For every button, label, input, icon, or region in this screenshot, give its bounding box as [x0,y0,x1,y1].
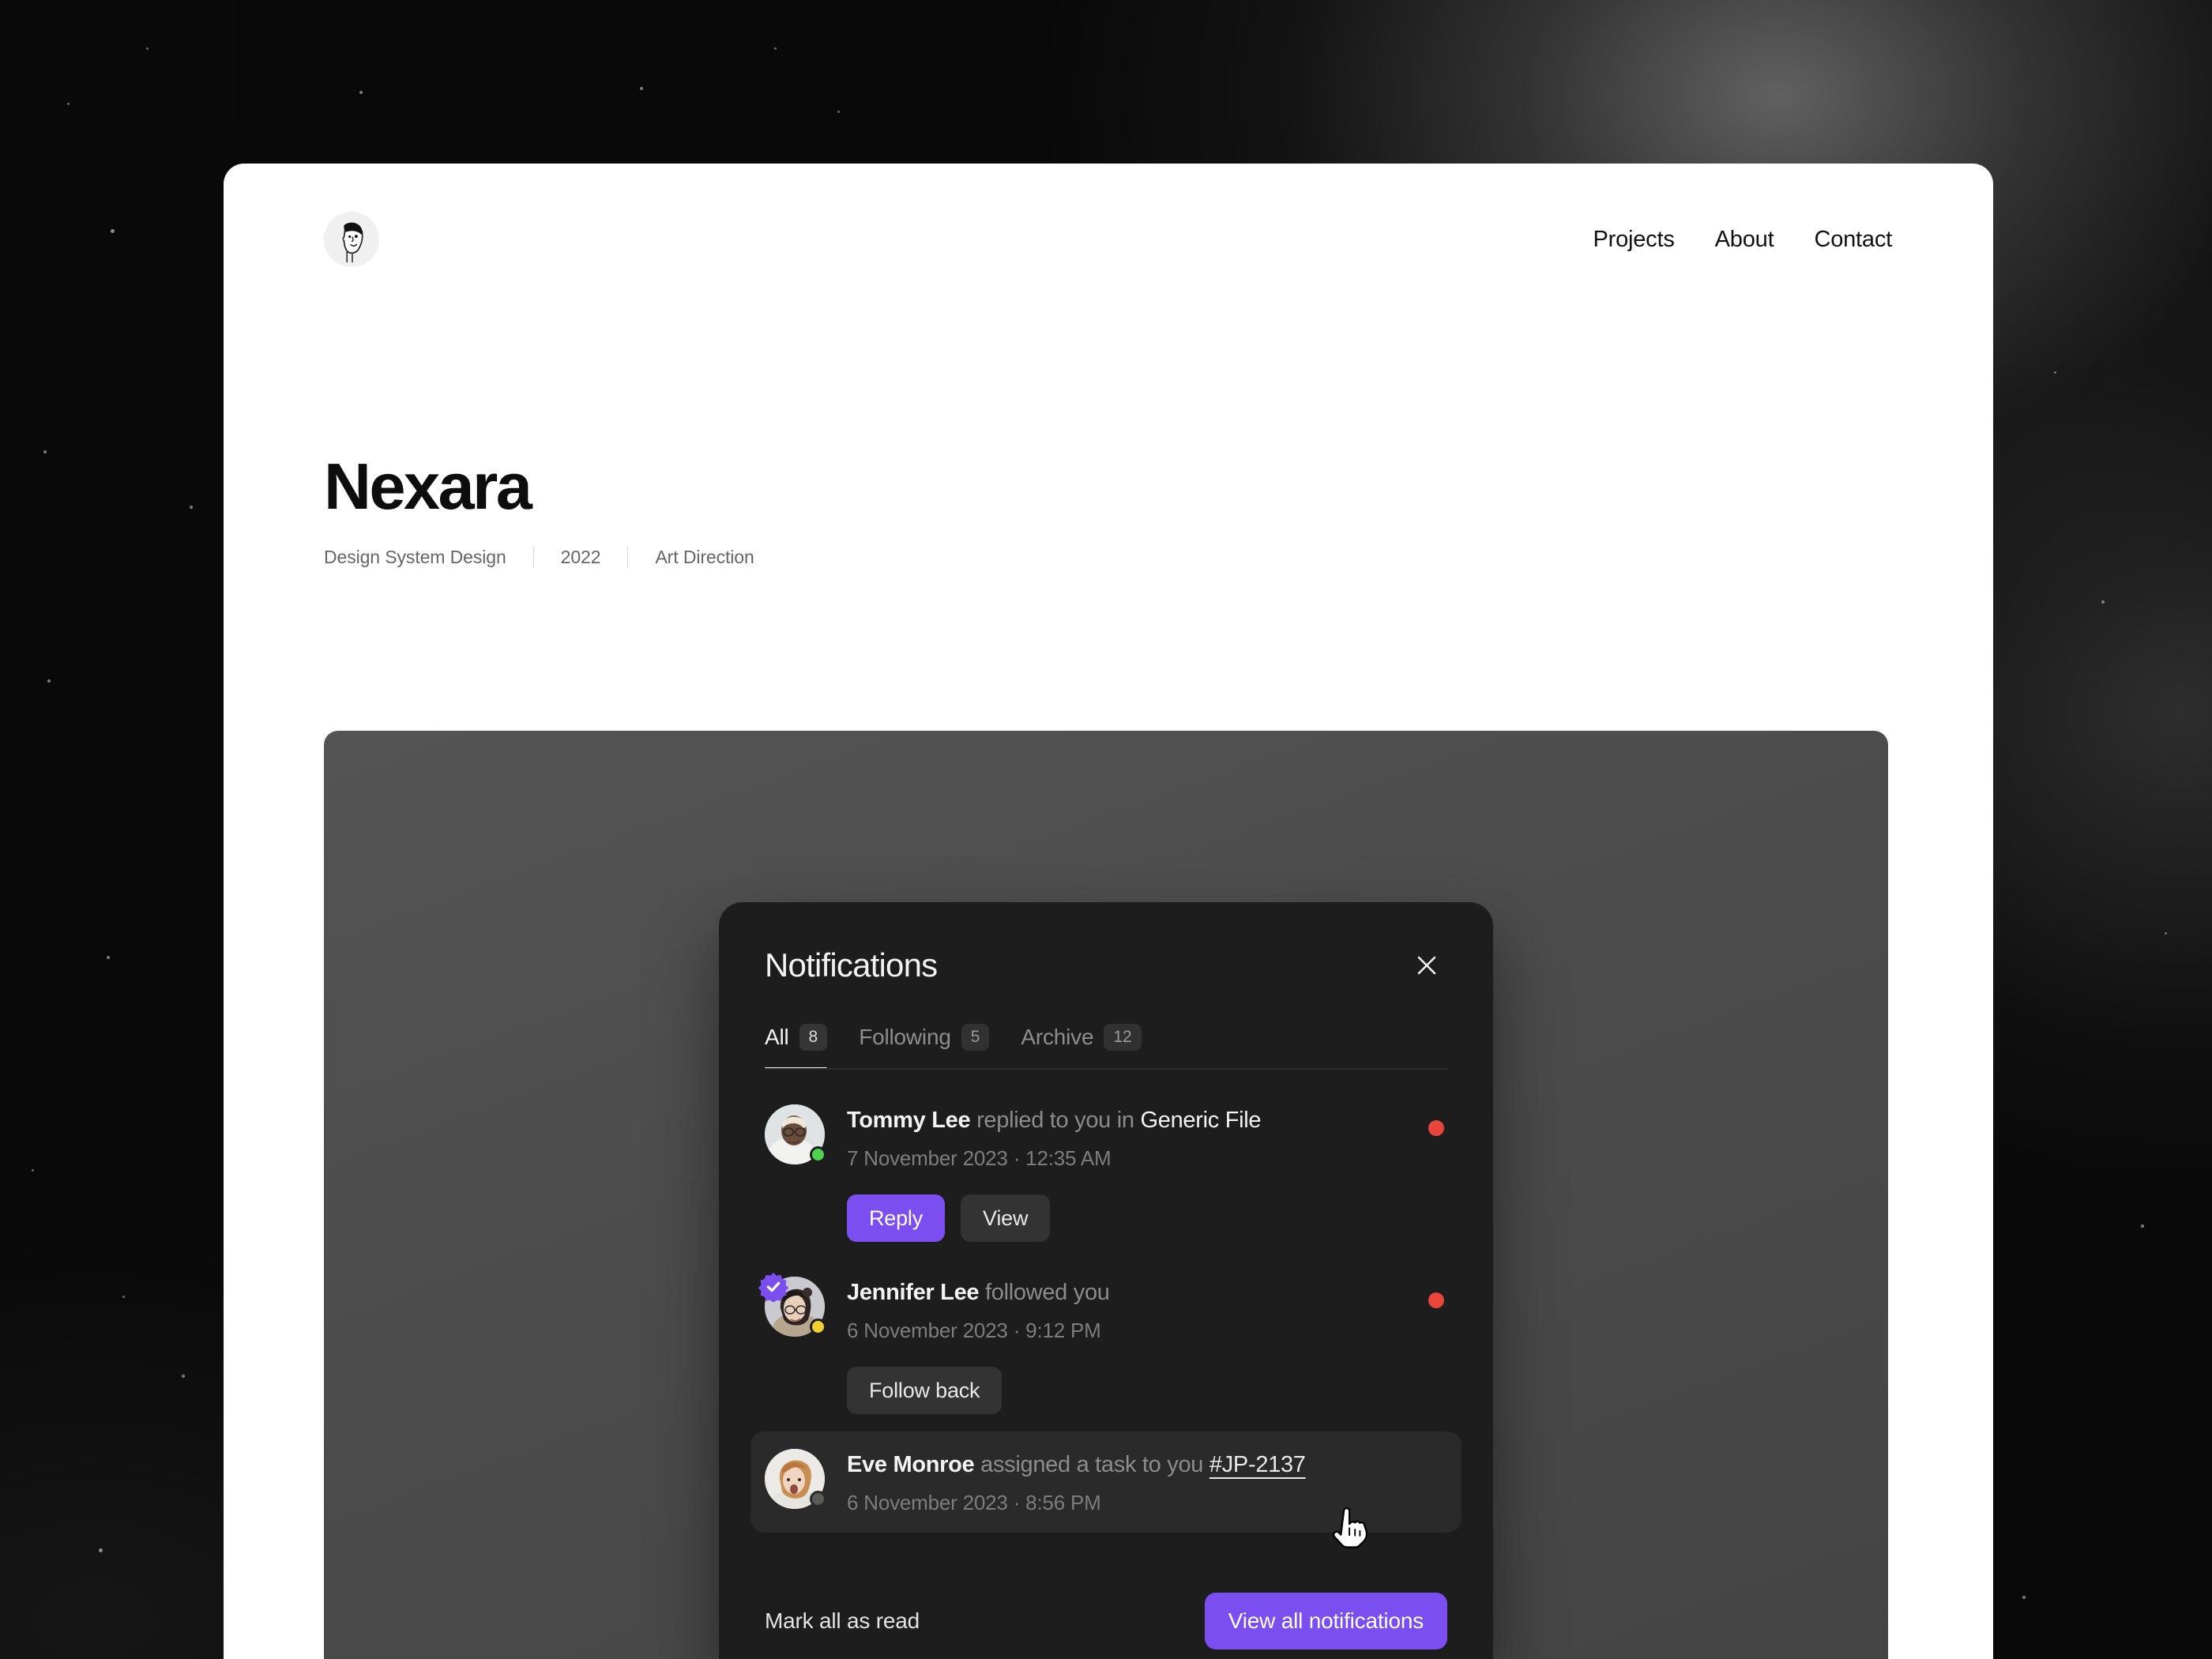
status-dot-offline [810,1491,826,1508]
nav-link-projects[interactable]: Projects [1593,227,1674,253]
tabs-divider [765,1068,1447,1070]
reply-button[interactable]: Reply [847,1194,946,1243]
notification-body: Eve Monroe assigned a task to you #JP-21… [847,1449,1438,1515]
tab-all-count: 8 [799,1024,828,1051]
tab-all-label: All [765,1025,789,1050]
notification-text: Jennifer Lee followed you [847,1278,1438,1308]
meta-discipline: Design System Design [324,547,506,568]
meta-divider [627,547,629,569]
tab-following-label: Following [859,1025,951,1050]
tab-all[interactable]: All 8 [765,1024,828,1070]
tab-archive-label: Archive [1021,1025,1094,1050]
notification-body: Tommy Lee replied to you in Generic File… [847,1104,1438,1243]
notification-action: assigned a task to you [980,1452,1204,1478]
notifications-title: Notifications [765,946,938,984]
notification-row[interactable]: Jennifer Lee followed you 6 November 202… [750,1259,1462,1431]
notification-actor: Eve Monroe [847,1452,975,1478]
unread-indicator [1428,1292,1444,1309]
close-button[interactable] [1406,945,1447,986]
close-icon [1417,956,1436,975]
notifications-modal: Notifications All 8 Following 5 Archive … [719,902,1493,1659]
notification-actor: Tommy Lee [847,1108,971,1134]
avatar [765,1449,826,1510]
ticket-link[interactable]: #JP-2137 [1209,1452,1306,1477]
notifications-footer: Mark all as read View all notifications [719,1583,1493,1659]
notification-timestamp: 7 November 2023 · 12:35 AM [847,1146,1112,1170]
verified-badge-icon [758,1273,788,1303]
meta-year: 2022 [560,547,601,568]
face-illustration-icon [328,216,375,263]
notification-text: Tommy Lee replied to you in Generic File [847,1106,1438,1136]
project-meta: Design System Design 2022 Art Direction [324,547,1588,569]
follow-back-button[interactable]: Follow back [847,1367,1003,1415]
tab-archive-count: 12 [1104,1024,1142,1051]
view-all-notifications-button[interactable]: View all notifications [1204,1593,1447,1650]
tab-following[interactable]: Following 5 [859,1024,990,1070]
notification-text: Eve Monroe assigned a task to you #JP-21… [847,1450,1438,1480]
notification-action: followed you [985,1280,1110,1306]
unread-indicator [1428,1120,1444,1137]
notification-actions: Reply View [847,1194,1438,1243]
nav-link-about[interactable]: About [1715,227,1774,253]
notification-body: Jennifer Lee followed you 6 November 202… [847,1277,1438,1415]
notification-row[interactable]: Eve Monroe assigned a task to you #JP-21… [750,1431,1462,1533]
tab-archive[interactable]: Archive 12 [1021,1024,1142,1070]
view-button[interactable]: View [961,1194,1051,1243]
site-nav: Projects About Contact [1593,227,1892,253]
meta-divider [532,547,534,569]
notification-actions: Follow back [847,1367,1438,1415]
mark-all-as-read-button[interactable]: Mark all as read [765,1608,920,1634]
avatar [765,1104,826,1165]
notification-action: replied to you in [976,1108,1134,1134]
meta-category: Art Direction [655,547,754,568]
notification-actor: Jennifer Lee [847,1280,980,1306]
tab-following-count: 5 [961,1024,990,1051]
notifications-list: Tommy Lee replied to you in Generic File… [719,1070,1493,1533]
notifications-header: Notifications [719,902,1493,986]
page-title: Nexara [324,450,532,523]
notification-timestamp: 6 November 2023 · 9:12 PM [847,1319,1101,1343]
notification-row[interactable]: Tommy Lee replied to you in Generic File… [750,1087,1462,1259]
notification-timestamp: 6 November 2023 · 8:56 PM [847,1491,1101,1515]
nav-link-contact[interactable]: Contact [1814,227,1892,253]
avatar [758,1273,826,1337]
status-dot-online [810,1146,826,1164]
status-dot-away [810,1319,826,1336]
notification-target[interactable]: Generic File [1141,1108,1262,1133]
site-header: Projects About Contact [224,164,1993,315]
notifications-tabs: All 8 Following 5 Archive 12 [719,1024,1493,1070]
avatar-face-logo-icon[interactable] [324,212,379,267]
hero-section: Nexara Design System Design 2022 Art Dir… [324,450,1588,569]
